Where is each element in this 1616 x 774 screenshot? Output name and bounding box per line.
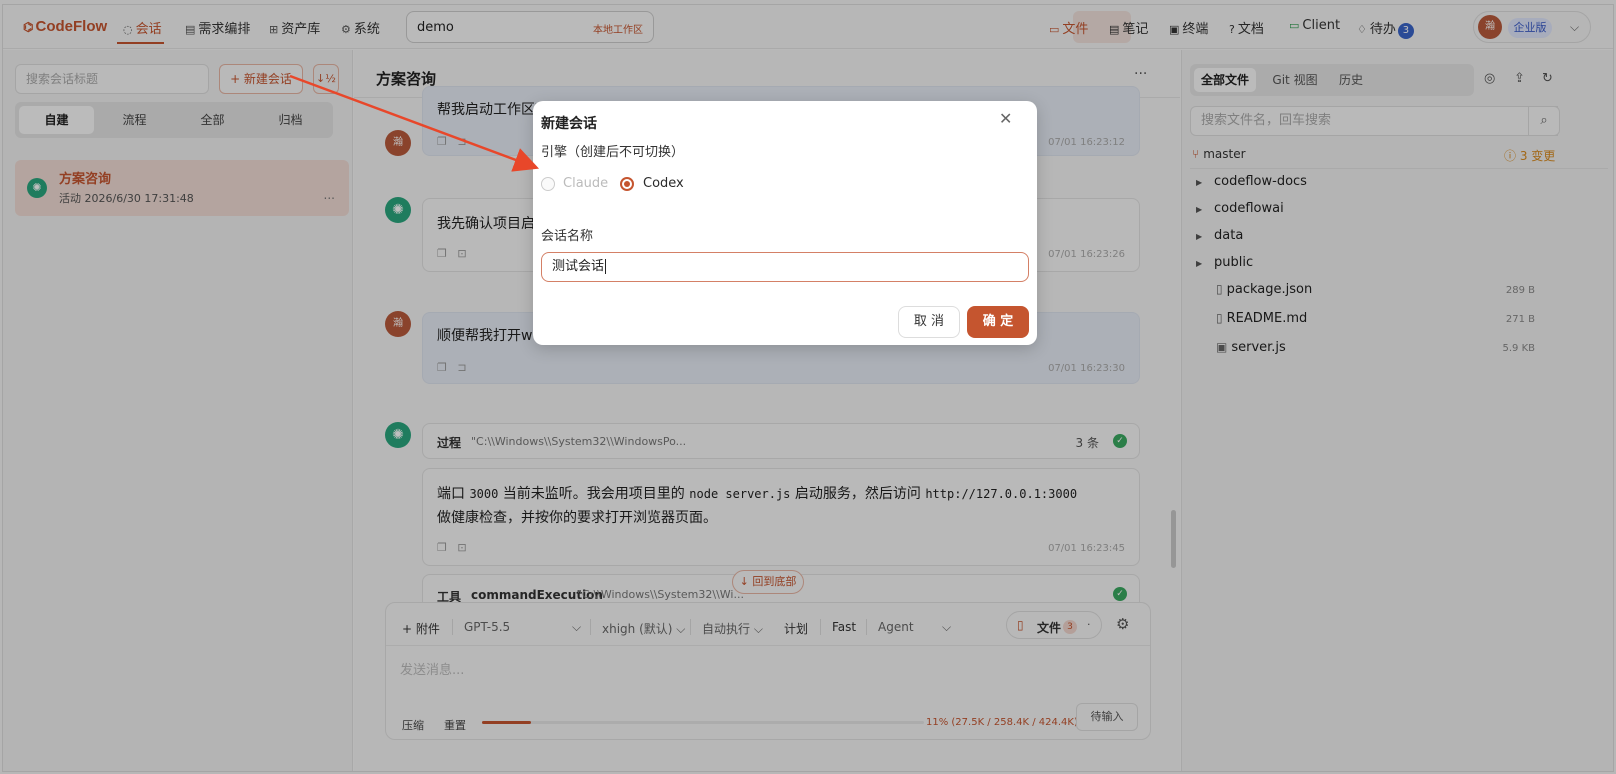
new-session-dialog: 新建会话 ✕ 引擎（创建后不可切换） Claude Codex 会话名称 测试会… xyxy=(533,101,1037,345)
radio-codex[interactable] xyxy=(620,177,634,191)
engine-label: 引擎（创建后不可切换） xyxy=(541,145,685,160)
cancel-button[interactable]: 取 消 xyxy=(898,306,960,338)
radio-claude xyxy=(541,177,555,191)
confirm-button[interactable]: 确 定 xyxy=(967,306,1029,338)
close-icon[interactable]: ✕ xyxy=(999,109,1012,128)
radio-claude-label: Claude xyxy=(563,176,609,191)
text-caret xyxy=(605,259,607,274)
radio-codex-label[interactable]: Codex xyxy=(643,176,684,191)
session-name-input[interactable]: 测试会话 xyxy=(541,252,1029,282)
name-label: 会话名称 xyxy=(541,229,594,244)
dialog-title: 新建会话 xyxy=(541,116,597,132)
